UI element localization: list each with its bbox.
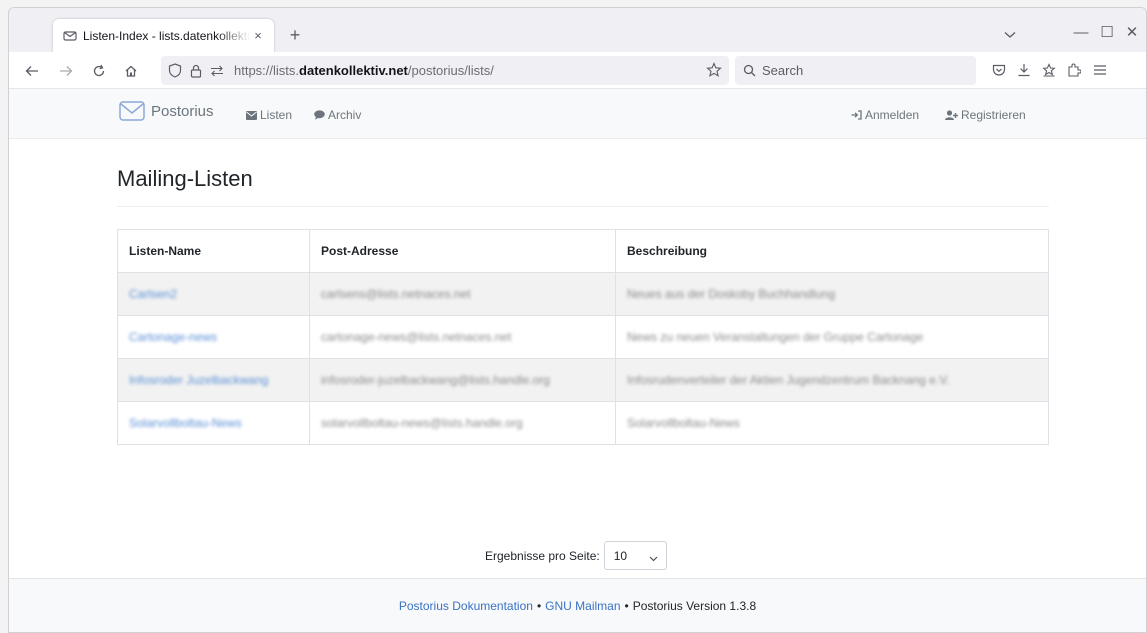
comment-icon [314, 110, 325, 120]
download-icon[interactable] [1014, 60, 1034, 80]
footer-separator: • [536, 598, 542, 613]
address-bar[interactable]: https://lists.datenkollektiv.net/postori… [161, 56, 729, 85]
footer-separator: • [624, 598, 629, 613]
brand-link[interactable]: Postorius [119, 100, 214, 122]
list-name-link[interactable]: Carlsen2 [129, 287, 177, 301]
tab-title: Listen-Index - lists.datenkollektiv.net [83, 28, 250, 43]
search-icon [743, 64, 756, 77]
envelope-icon [246, 110, 257, 120]
list-name-cell[interactable]: Infosroder Juzelbackwang [117, 358, 310, 402]
chevron-down-icon [649, 551, 658, 565]
envelope-logo-icon [119, 100, 145, 122]
list-address-cell: solarvollboltau-news@lists.handle.org [309, 401, 616, 445]
gnu-mailman-link[interactable]: GNU Mailman [545, 599, 620, 613]
shield-icon[interactable] [167, 63, 183, 79]
browser-tab[interactable]: Listen-Index - lists.datenkollektiv.net … [53, 19, 274, 52]
table-row: Solarvollboltau-News solarvollboltau-new… [117, 401, 1049, 445]
home-icon[interactable] [120, 60, 142, 82]
nav-login-link[interactable]: Anmelden [851, 108, 919, 122]
brand-name: Postorius [151, 102, 214, 120]
table-row: Cartonage-news cartonage-news@lists.netn… [117, 315, 1049, 359]
nav-archive-link[interactable]: Archiv [314, 108, 361, 122]
back-arrow-icon[interactable] [21, 60, 43, 82]
minimize-button[interactable]: — [1071, 22, 1091, 44]
version-text: Postorius Version 1.3.8 [632, 598, 757, 613]
new-tab-button[interactable]: + [284, 24, 306, 46]
user-plus-icon [945, 110, 958, 120]
list-address-cell: carlsens@lists.netnaces.net [309, 272, 616, 316]
nav-lists-link[interactable]: Listen [246, 108, 292, 122]
page-title: Mailing-Listen [117, 166, 1049, 207]
tab-bar: Listen-Index - lists.datenkollektiv.net … [9, 8, 1146, 52]
table-row: Carlsen2 carlsens@lists.netnaces.net Neu… [117, 272, 1049, 316]
pagination-control: Ergebnisse pro Seite: 10 [485, 541, 667, 570]
per-page-label: Ergebnisse pro Seite: [485, 548, 600, 563]
lists-table: Listen-Name Post-Adresse Beschreibung Ca… [117, 229, 1049, 445]
column-header-address: Post-Adresse [309, 229, 616, 273]
hamburger-menu-icon[interactable] [1090, 60, 1110, 80]
pocket-icon[interactable] [989, 60, 1009, 80]
search-placeholder: Search [762, 63, 804, 78]
list-name-link[interactable]: Solarvollboltau-News [129, 416, 242, 430]
browser-window: Listen-Index - lists.datenkollektiv.net … [8, 7, 1147, 633]
per-page-value: 10 [613, 548, 628, 563]
permissions-icon[interactable] [209, 63, 225, 79]
extensions-icon[interactable] [1064, 60, 1084, 80]
main-content: Mailing-Listen Listen-Name Post-Adresse … [117, 139, 1049, 445]
column-header-description: Beschreibung [615, 229, 1049, 273]
list-address-cell: infosroder-juzelbackwang@lists.handle.or… [309, 358, 616, 402]
forward-arrow-icon[interactable] [55, 60, 77, 82]
url-text: https://lists.datenkollektiv.net/postori… [234, 63, 494, 78]
per-page-select[interactable]: 10 [603, 541, 667, 570]
list-address-cell: cartonage-news@lists.netnaces.net [309, 315, 616, 359]
list-description-cell: Solarvollboltau-News [615, 401, 1049, 445]
bookmark-star-icon[interactable] [705, 61, 723, 79]
app-navbar: Postorius Listen Archiv Anmelden Registr… [9, 89, 1146, 139]
web-page: Postorius Listen Archiv Anmelden Registr… [9, 89, 1146, 632]
navigation-toolbar: https://lists.datenkollektiv.net/postori… [9, 52, 1146, 89]
list-name-cell[interactable]: Carlsen2 [117, 272, 310, 316]
column-header-name: Listen-Name [117, 229, 310, 273]
search-bar[interactable]: Search [735, 56, 976, 85]
list-name-link[interactable]: Cartonage-news [129, 330, 217, 344]
maximize-button[interactable]: ☐ [1097, 22, 1117, 44]
list-description-cell: News zu neuen Veranstaltungen der Gruppe… [615, 315, 1049, 359]
mail-icon [63, 29, 77, 43]
list-name-cell[interactable]: Cartonage-news [117, 315, 310, 359]
close-window-button[interactable]: ✕ [1122, 22, 1142, 44]
docs-link[interactable]: Postorius Dokumentation [399, 599, 533, 613]
reload-icon[interactable] [88, 60, 110, 82]
list-description-cell: Infosrudenverteiler der Aktien Jugendzen… [615, 358, 1049, 402]
sign-in-icon [851, 110, 862, 120]
account-icon[interactable] [1039, 60, 1059, 80]
table-row: Infosroder Juzelbackwang infosroder-juze… [117, 358, 1049, 402]
nav-register-link[interactable]: Registrieren [945, 108, 1026, 122]
tab-close-icon[interactable]: × [250, 28, 266, 44]
tab-list-chevron-icon[interactable] [1000, 25, 1020, 45]
lock-icon[interactable] [188, 63, 204, 79]
list-description-cell: Neues aus der Doskoby Buchhandlung [615, 272, 1049, 316]
table-header-row: Listen-Name Post-Adresse Beschreibung [117, 229, 1049, 273]
list-name-cell[interactable]: Solarvollboltau-News [117, 401, 310, 445]
page-footer: Postorius Dokumentation • GNU Mailman • … [9, 578, 1146, 632]
list-name-link[interactable]: Infosroder Juzelbackwang [129, 373, 268, 387]
